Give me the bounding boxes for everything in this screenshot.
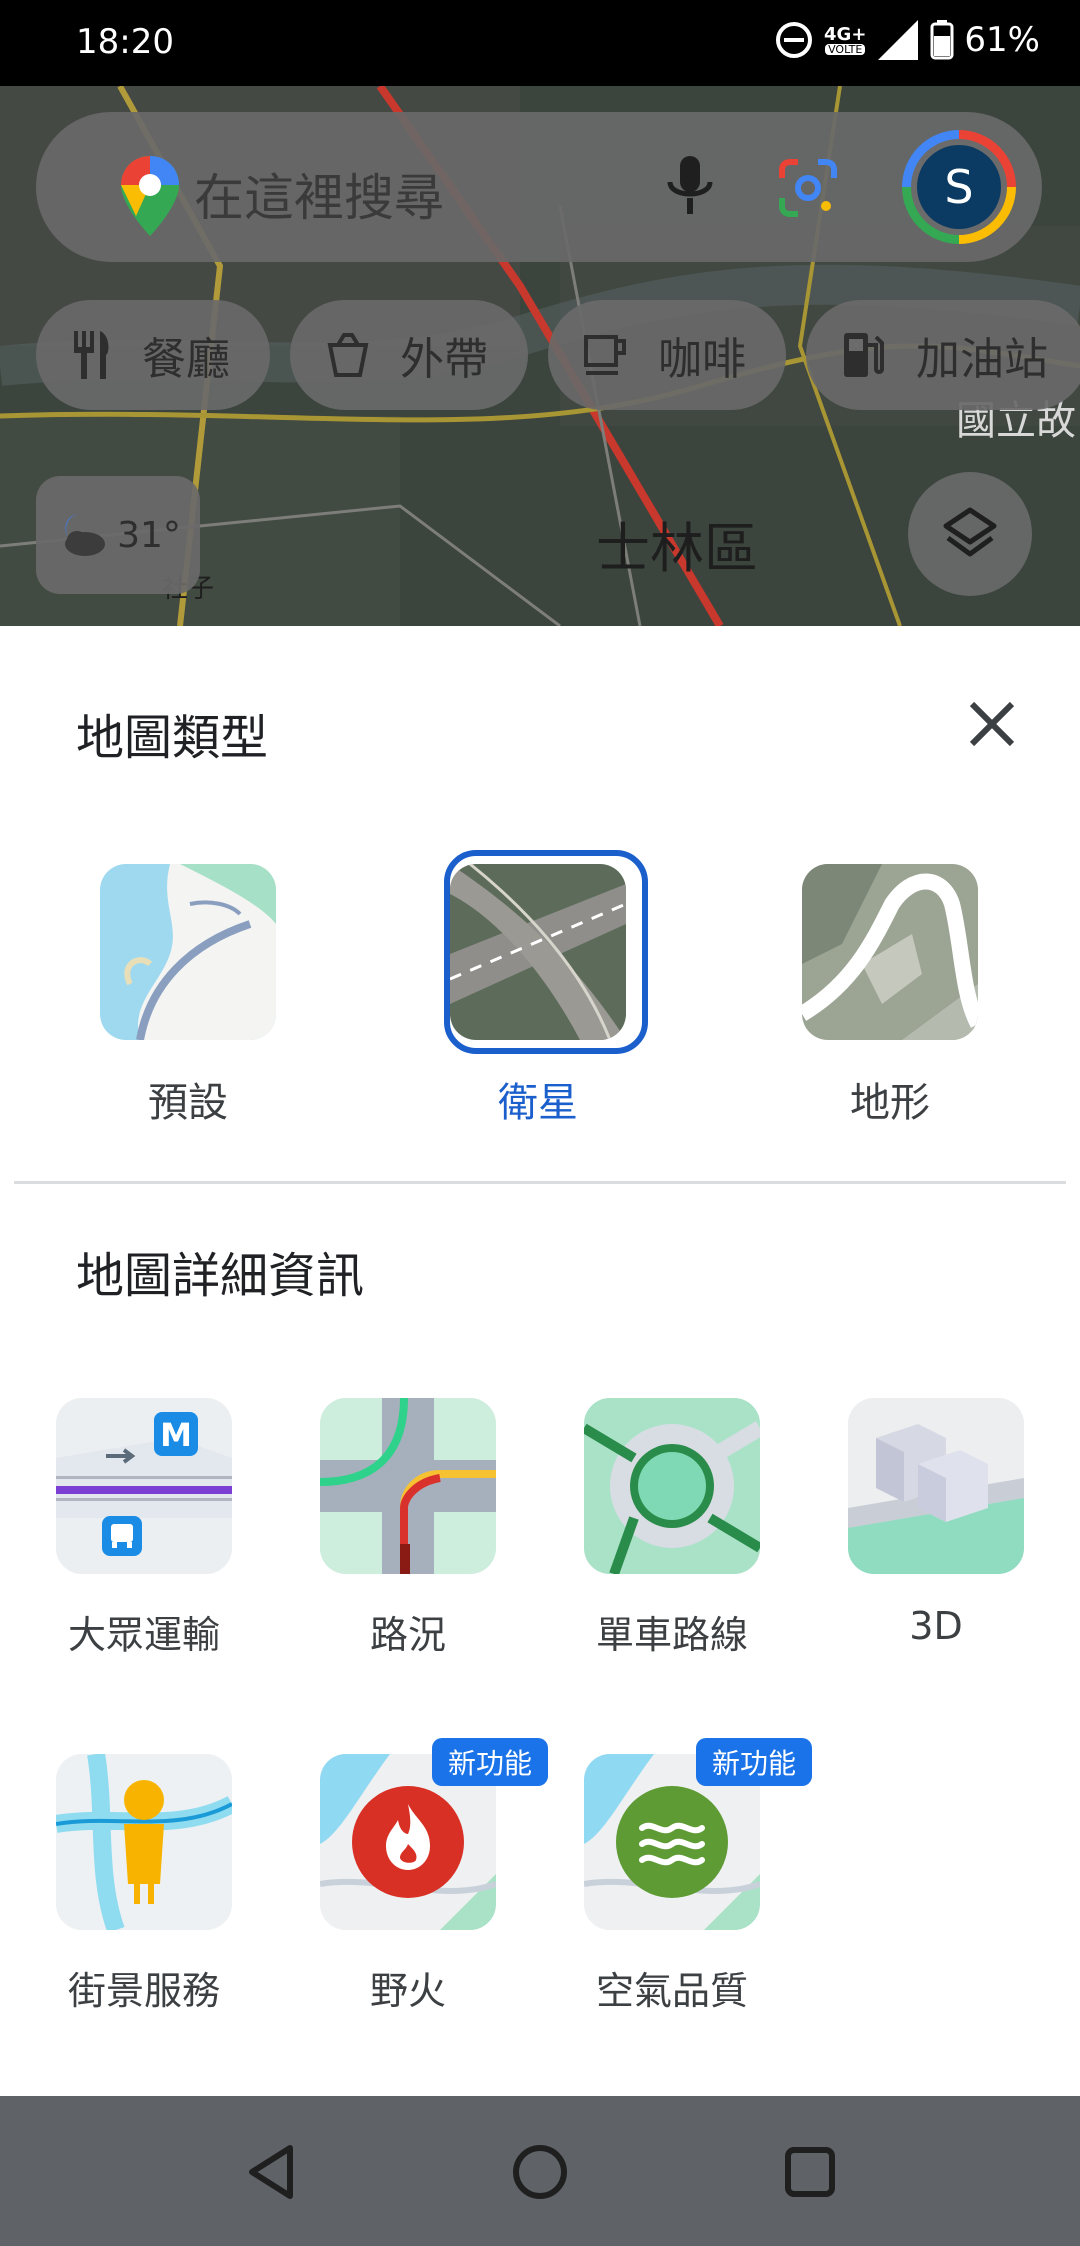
map-type-label: 衛星 xyxy=(498,1080,578,1126)
default-map-thumbnail xyxy=(100,864,276,1040)
detail-street-view[interactable]: 街景服務 xyxy=(24,1754,264,2015)
detail-biking[interactable]: 單車路線 xyxy=(552,1398,792,1659)
back-icon[interactable] xyxy=(240,2140,304,2204)
google-lens-icon[interactable] xyxy=(776,156,840,220)
layers-icon xyxy=(943,507,997,557)
google-maps-pin-icon xyxy=(121,156,179,236)
battery-percent: 61% xyxy=(964,20,1040,60)
chip-label: 餐廳 xyxy=(142,334,230,385)
search-input[interactable]: 在這裡搜尋 xyxy=(194,158,444,230)
terrain-map-thumbnail xyxy=(802,864,978,1040)
map-details-title: 地圖詳細資訊 xyxy=(76,1248,365,1304)
status-time: 18:20 xyxy=(76,22,174,62)
map-type-terrain[interactable]: 地形 xyxy=(770,864,1010,1128)
map-type-label: 預設 xyxy=(148,1080,228,1126)
detail-wildfire[interactable]: 新功能 野火 xyxy=(288,1738,548,2015)
detail-label: 路況 xyxy=(369,1613,446,1657)
detail-label: 空氣品質 xyxy=(595,1969,748,2013)
weather-widget[interactable]: 31° xyxy=(36,476,200,594)
detail-label: 大眾運輸 xyxy=(67,1613,220,1657)
map-layers-sheet: 地圖類型 預設 衛星 地形 地圖詳細資訊 M 大眾運輸 路況 單車路線 3D 街… xyxy=(0,626,1080,2096)
close-icon[interactable] xyxy=(956,688,1028,760)
status-bar: 18:20 4G+ VOLTE 61% xyxy=(0,0,1080,86)
map-type-label: 地形 xyxy=(850,1080,930,1126)
status-icons: 4G+ VOLTE 61% xyxy=(774,18,1040,62)
detail-transit[interactable]: M 大眾運輸 xyxy=(24,1398,264,1659)
takeout-icon xyxy=(327,333,369,377)
map-type-satellite[interactable]: 衛星 xyxy=(418,850,658,1128)
traffic-thumbnail xyxy=(320,1398,496,1574)
network-type: 4G+ xyxy=(824,23,867,45)
detail-traffic[interactable]: 路況 xyxy=(288,1398,528,1659)
detail-label: 單車路線 xyxy=(595,1613,748,1657)
section-divider xyxy=(14,1181,1066,1184)
category-chips: 餐廳 外帶 咖啡 加油站 xyxy=(36,300,1080,410)
street-view-thumbnail xyxy=(56,1754,232,1930)
3d-thumbnail xyxy=(848,1398,1024,1574)
system-nav-bar xyxy=(0,2096,1080,2246)
network-indicator: 4G+ VOLTE xyxy=(824,23,867,55)
do-not-disturb-icon xyxy=(776,22,813,58)
volte-label: VOLTE xyxy=(825,43,866,55)
microphone-icon[interactable] xyxy=(660,152,720,222)
detail-label: 野火 xyxy=(369,1969,446,2013)
new-feature-badge: 新功能 xyxy=(695,1738,812,1786)
transit-thumbnail: M xyxy=(56,1398,232,1574)
coffee-icon xyxy=(584,335,626,375)
new-feature-badge: 新功能 xyxy=(431,1738,548,1786)
detail-air-quality[interactable]: 新功能 空氣品質 xyxy=(552,1738,812,2015)
chip-label: 咖啡 xyxy=(658,334,746,385)
biking-thumbnail xyxy=(584,1398,760,1574)
svg-text:M: M xyxy=(160,1416,192,1454)
detail-label: 3D xyxy=(909,1604,963,1648)
home-icon[interactable] xyxy=(508,2140,572,2204)
weather-temperature: 31° xyxy=(117,514,181,556)
map-type-title: 地圖類型 xyxy=(76,710,269,766)
chip-coffee[interactable]: 咖啡 xyxy=(548,300,786,410)
night-cloud-icon xyxy=(65,514,106,556)
signal-icon xyxy=(878,20,919,60)
map-label-district: 士林區 xyxy=(596,517,758,580)
avatar-letter: S xyxy=(917,145,1001,229)
map-type-default[interactable]: 預設 xyxy=(68,864,308,1128)
chip-label: 外帶 xyxy=(400,334,488,385)
chip-takeout[interactable]: 外帶 xyxy=(290,300,528,410)
search-bar[interactable]: 在這裡搜尋 S xyxy=(36,112,1042,262)
satellite-map-thumbnail xyxy=(450,864,626,1040)
recents-icon[interactable] xyxy=(778,2140,842,2204)
gas-station-icon xyxy=(844,333,884,377)
account-avatar[interactable]: S xyxy=(902,130,1016,244)
chip-gas-station[interactable]: 加油站 xyxy=(806,300,1080,410)
detail-label: 街景服務 xyxy=(67,1969,220,2013)
layers-button[interactable] xyxy=(908,472,1032,596)
battery-icon xyxy=(930,20,954,60)
detail-3d[interactable]: 3D xyxy=(816,1398,1056,1648)
restaurant-icon xyxy=(74,331,109,379)
chip-label: 加油站 xyxy=(916,334,1048,385)
chip-restaurants[interactable]: 餐廳 xyxy=(36,300,270,410)
